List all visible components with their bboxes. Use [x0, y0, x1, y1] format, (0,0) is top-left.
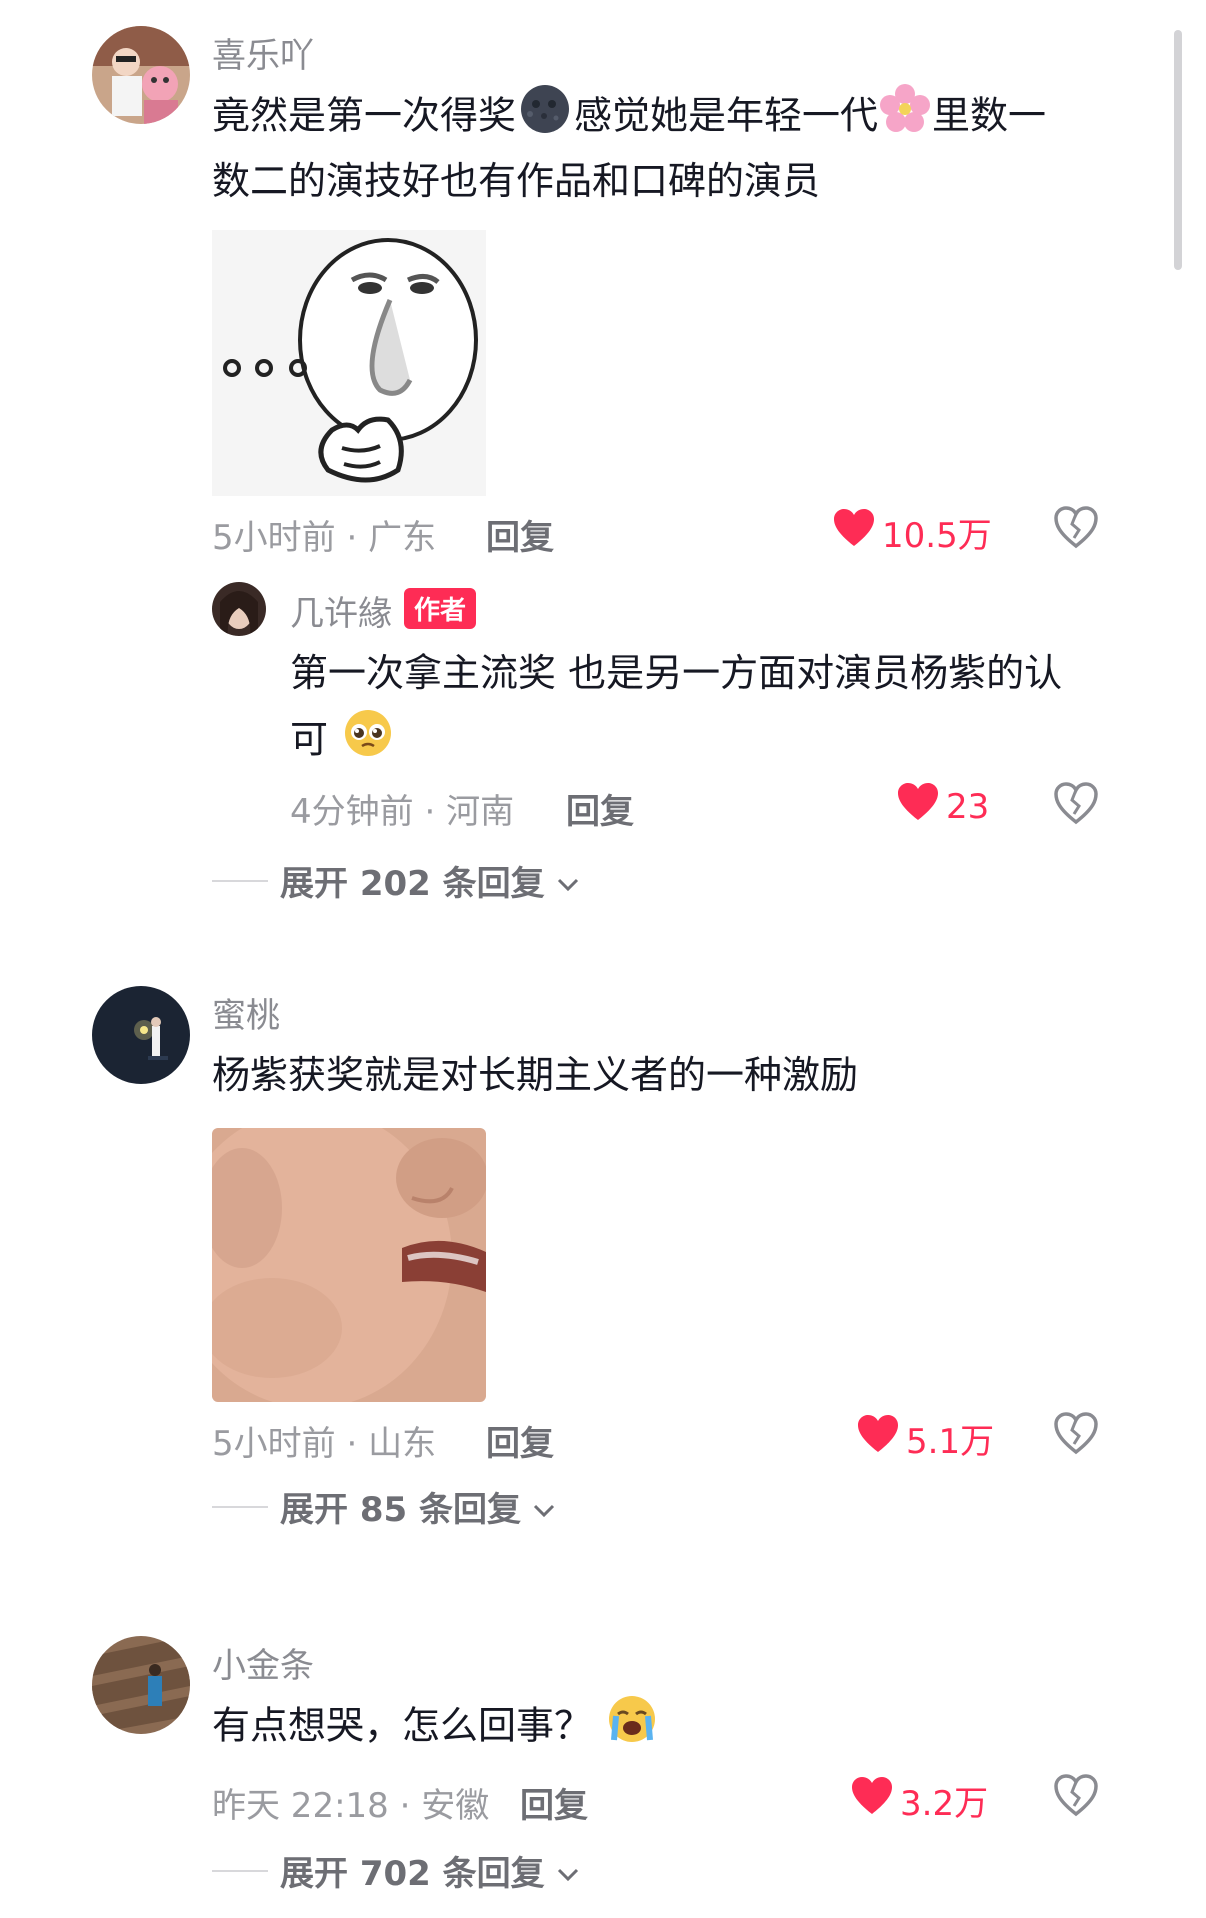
comment-text-segment: 竟然是第一次得奖: [212, 93, 517, 138]
timestamp: 4分钟前: [290, 792, 414, 832]
chevron-down-icon: [557, 1851, 579, 1891]
comment-meta: 5小时前 · 广东: [212, 518, 437, 558]
reply-username[interactable]: 几许緣: [290, 586, 392, 635]
expand-replies-label: 展开 85 条回复: [280, 1490, 521, 1530]
broken-heart-icon[interactable]: [1052, 1410, 1100, 1458]
expand-replies-label: 展开 202 条回复: [280, 864, 545, 904]
author-badge: 作者: [404, 588, 477, 629]
timestamp: 5小时前: [212, 518, 336, 558]
like-button[interactable]: 10.5万: [832, 508, 992, 557]
heart-icon: [856, 1414, 900, 1463]
avatar[interactable]: [92, 1636, 190, 1734]
username[interactable]: 喜乐吖: [212, 28, 314, 77]
reply-text-line: 第一次拿主流奖 也是另一方面对演员杨紫的认: [290, 651, 1063, 695]
reply-text: 可: [290, 706, 396, 778]
moon-face-emoji-icon: [516, 82, 574, 154]
pleading-face-emoji-icon: [340, 706, 396, 778]
cherry-blossom-emoji-icon: [878, 82, 932, 154]
heart-icon: [896, 782, 940, 831]
username[interactable]: 小金条: [212, 1638, 314, 1687]
username[interactable]: 蜜桃: [212, 988, 280, 1037]
comment-meta: 昨天 22:18 · 安徽: [212, 1786, 490, 1826]
location: 广东: [368, 518, 437, 558]
divider: [212, 879, 268, 882]
like-count: 10.5万: [882, 516, 992, 556]
reply-text-segment: 可: [290, 717, 329, 762]
expand-replies-button[interactable]: 展开 85 条回复: [212, 1482, 555, 1531]
reply-avatar[interactable]: [212, 582, 266, 636]
divider: [212, 1505, 268, 1508]
reply-button[interactable]: 回复: [520, 1778, 588, 1827]
comment-card: 蜜桃 杨紫获奖就是对长期主义者的一种激励 5小时前 · 山东 回复 5.1万 展…: [0, 960, 1206, 1580]
avatar[interactable]: [92, 986, 190, 1084]
expand-replies-label: 展开 702 条回复: [280, 1854, 545, 1894]
like-button[interactable]: 3.2万: [850, 1776, 988, 1825]
timestamp: 5小时前: [212, 1424, 336, 1464]
comment-card: 喜乐吖 竟然是第一次得奖 感觉她是年轻一代 里数一 数二的演技好也有作品和口碑的演员…: [0, 0, 1206, 960]
expand-replies-button[interactable]: 展开 702 条回复: [212, 1846, 579, 1895]
broken-heart-icon[interactable]: [1052, 780, 1100, 828]
comment-text-segment: 感觉她是年轻一代: [574, 93, 879, 138]
location: 山东: [368, 1424, 437, 1464]
chevron-down-icon: [557, 861, 579, 901]
like-button[interactable]: 23: [896, 782, 989, 831]
comment-text: 竟然是第一次得奖 感觉她是年轻一代 里数一: [212, 82, 1046, 154]
like-count: 5.1万: [906, 1422, 995, 1462]
heart-icon: [832, 508, 876, 557]
like-count: 23: [946, 786, 990, 827]
broken-heart-icon[interactable]: [1052, 1772, 1100, 1820]
comment-text: 有点想哭，怎么回事？: [212, 1692, 660, 1764]
expand-replies-button[interactable]: 展开 202 条回复: [212, 856, 579, 905]
comment-card: 小金条 有点想哭，怎么回事？ 昨天 22:18 · 安徽 回复 3.2万 展开 …: [0, 1610, 1206, 1918]
reply-button[interactable]: 回复: [566, 784, 634, 833]
broken-heart-icon[interactable]: [1052, 504, 1100, 552]
comment-meta: 5小时前 · 山东: [212, 1424, 437, 1464]
comment-text-segment: 里数一: [932, 93, 1047, 138]
comment-text-line: 杨紫获奖就是对长期主义者的一种激励: [212, 1053, 859, 1097]
chevron-down-icon: [533, 1487, 555, 1527]
like-button[interactable]: 5.1万: [856, 1414, 994, 1463]
thinking-face-sticker[interactable]: [212, 230, 486, 496]
loudly-crying-face-emoji-icon: [604, 1692, 660, 1764]
location: 河南: [446, 792, 515, 832]
comment-text-segment: 有点想哭，怎么回事？: [212, 1703, 593, 1748]
like-count: 3.2万: [900, 1784, 989, 1824]
reply-button[interactable]: 回复: [486, 1416, 554, 1465]
divider: [212, 1869, 268, 1872]
reply-button[interactable]: 回复: [486, 510, 554, 559]
avatar[interactable]: [92, 26, 190, 124]
heart-icon: [850, 1776, 894, 1825]
comment-text-line: 数二的演技好也有作品和口碑的演员: [212, 159, 821, 203]
reply-meta: 4分钟前 · 河南: [290, 792, 515, 832]
crying-baby-sticker[interactable]: [212, 1128, 486, 1402]
timestamp: 昨天 22:18: [212, 1786, 389, 1826]
location: 安徽: [421, 1786, 490, 1826]
